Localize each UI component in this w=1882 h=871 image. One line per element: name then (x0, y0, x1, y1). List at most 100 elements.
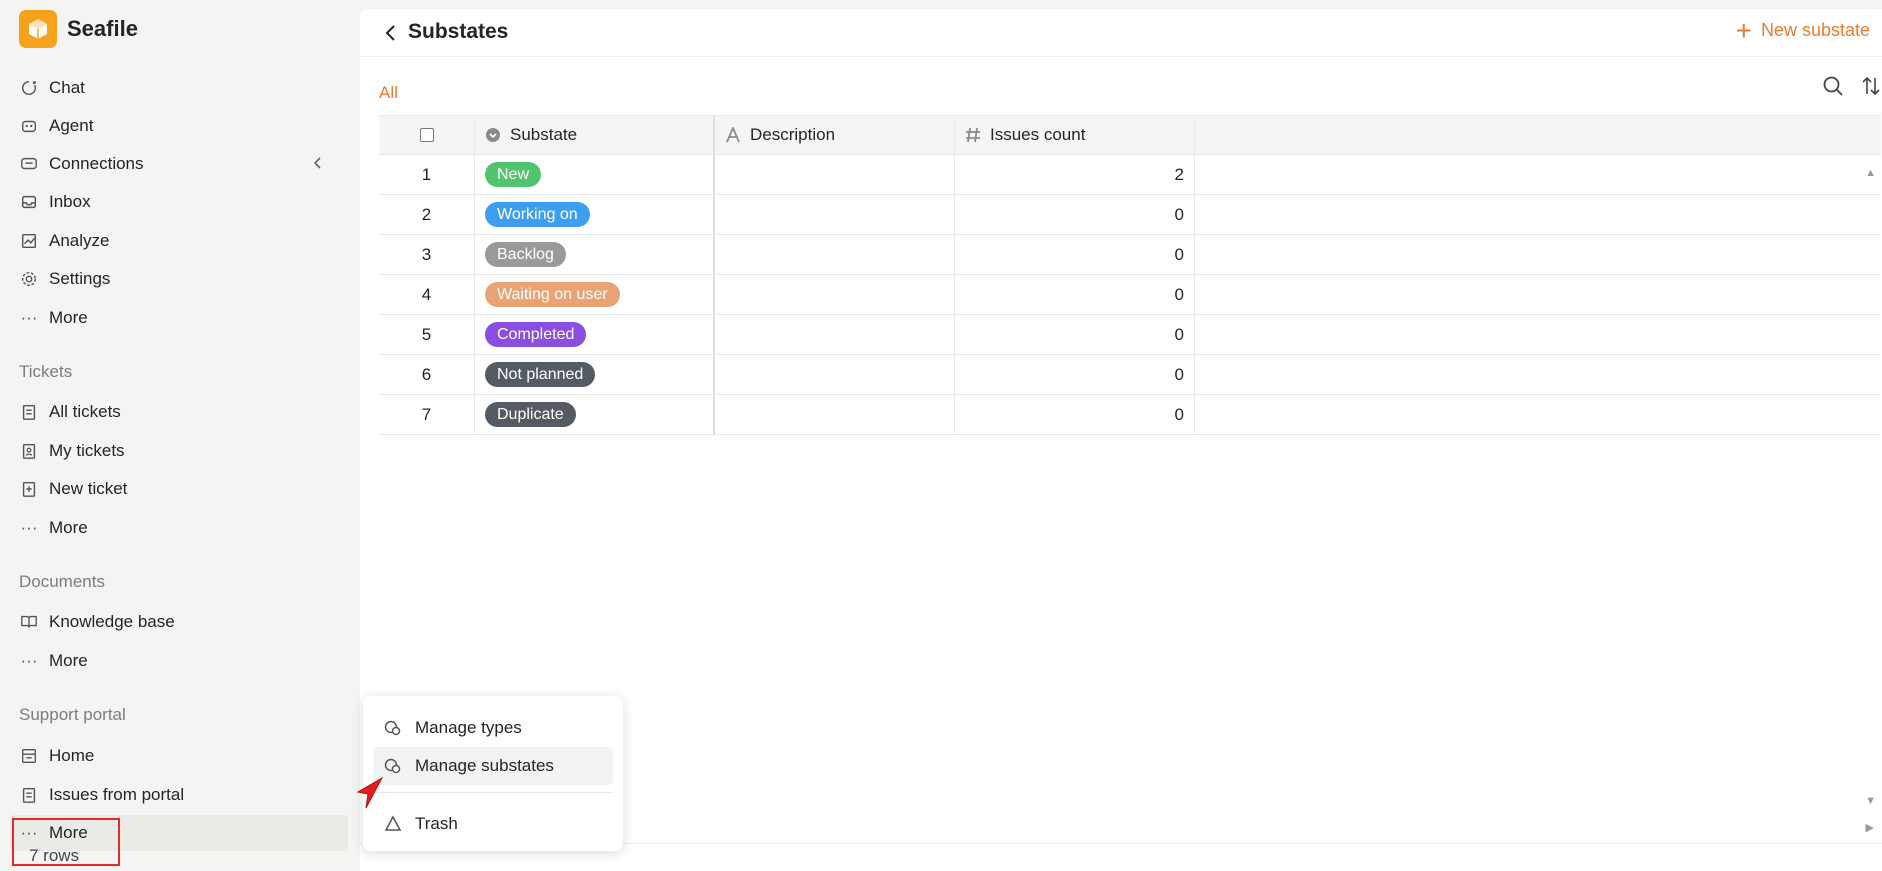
description-cell[interactable] (715, 275, 955, 314)
more-popup-menu: Manage types Manage substates Trash (363, 696, 623, 851)
sidebar-item-connections[interactable]: Connections (10, 146, 348, 182)
sidebar-item-portal-home[interactable]: Home (10, 738, 348, 774)
description-cell[interactable] (715, 395, 955, 434)
issues-count-cell[interactable]: 0 (955, 395, 1195, 434)
sidebar-item-chat[interactable]: Chat (10, 70, 348, 106)
description-cell[interactable] (715, 155, 955, 194)
toolbar (1822, 75, 1882, 97)
trash-icon (384, 815, 402, 833)
sidebar-item-all-tickets[interactable]: All tickets (10, 394, 348, 430)
sidebar-item-label: Analyze (49, 231, 110, 250)
book-icon (19, 612, 39, 632)
row-number: 5 (379, 315, 475, 354)
number-column-icon (965, 127, 981, 143)
sidebar-item-label: Inbox (49, 192, 91, 211)
sort-icon[interactable] (1860, 75, 1882, 97)
issues-count-cell[interactable]: 0 (955, 235, 1195, 274)
sidebar-item-my-tickets[interactable]: My tickets (10, 433, 348, 469)
sidebar-item-knowledge-base[interactable]: Knowledge base (10, 604, 348, 640)
sidebar-item-label: More (49, 651, 88, 670)
chevron-left-icon[interactable] (310, 155, 326, 176)
robot-icon (19, 116, 39, 136)
chat-icon (19, 78, 39, 98)
connections-icon (19, 154, 39, 174)
substate-cell[interactable]: Not planned (475, 355, 715, 394)
brand[interactable]: Seafile (19, 10, 138, 48)
table-row[interactable]: 7 Duplicate 0 (379, 395, 1881, 435)
substate-pill: Completed (485, 322, 587, 347)
new-ticket-icon (19, 479, 39, 499)
sidebar-item-new-ticket[interactable]: New ticket (10, 471, 348, 507)
sidebar-item-tickets-more[interactable]: ··· More (10, 510, 348, 546)
section-title-tickets: Tickets (19, 362, 73, 381)
menu-item-manage-substates[interactable]: Manage substates (373, 747, 613, 785)
substate-cell[interactable]: Working on (475, 195, 715, 234)
single-select-icon (485, 127, 501, 143)
table-row[interactable]: 5 Completed 0 (379, 315, 1881, 355)
tab-all[interactable]: All (379, 71, 398, 117)
row-number: 6 (379, 355, 475, 394)
sidebar-item-label: All tickets (49, 402, 121, 421)
substate-pill: New (485, 162, 542, 187)
page-header: Substates + New substate (360, 9, 1882, 57)
table-row[interactable]: 4 Waiting on user 0 (379, 275, 1881, 315)
issues-count-cell[interactable]: 0 (955, 355, 1195, 394)
substates-table: Substate Description Issues count 1 New … (379, 115, 1881, 435)
inbox-icon (19, 192, 39, 212)
description-cell[interactable] (715, 355, 955, 394)
menu-item-trash[interactable]: Trash (373, 805, 613, 843)
manage-icon (384, 719, 402, 737)
issues-count-cell[interactable]: 2 (955, 155, 1195, 194)
substate-pill: Working on (485, 202, 590, 227)
column-header-issues-count[interactable]: Issues count (955, 116, 1195, 154)
scroll-right-icon[interactable]: ▶ (1866, 821, 1874, 834)
sidebar-item-more[interactable]: ··· More (10, 300, 348, 336)
row-count: 7 rows (29, 846, 80, 865)
sidebar-item-analyze[interactable]: Analyze (10, 223, 348, 259)
column-header-substate[interactable]: Substate (475, 116, 715, 154)
substate-cell[interactable]: Completed (475, 315, 715, 354)
row-number: 3 (379, 235, 475, 274)
substate-cell[interactable]: Duplicate (475, 395, 715, 434)
back-arrow-icon[interactable] (382, 23, 400, 43)
substate-cell[interactable]: Waiting on user (475, 275, 715, 314)
issues-count-cell[interactable]: 0 (955, 275, 1195, 314)
scroll-up-icon[interactable]: ▲ (1865, 167, 1876, 179)
sidebar-item-label: Connections (49, 154, 144, 173)
description-cell[interactable] (715, 315, 955, 354)
scroll-down-icon[interactable]: ▼ (1865, 795, 1876, 807)
new-substate-button[interactable]: + New substate (1736, 16, 1870, 44)
table-row[interactable]: 3 Backlog 0 (379, 235, 1881, 275)
sidebar-item-inbox[interactable]: Inbox (10, 184, 348, 220)
sidebar-item-documents-more[interactable]: ··· More (10, 643, 348, 679)
table-row[interactable]: 2 Working on 0 (379, 195, 1881, 235)
description-cell[interactable] (715, 235, 955, 274)
select-all-checkbox[interactable] (419, 128, 434, 142)
issues-count-cell[interactable]: 0 (955, 315, 1195, 354)
issues-count-cell[interactable]: 0 (955, 195, 1195, 234)
substate-cell[interactable]: Backlog (475, 235, 715, 274)
app-name: Seafile (67, 16, 138, 41)
my-tickets-icon (19, 441, 39, 461)
sidebar-item-label: New ticket (49, 479, 128, 498)
substate-pill: Waiting on user (485, 282, 620, 307)
table-row[interactable]: 6 Not planned 0 (379, 355, 1881, 395)
row-number: 1 (379, 155, 475, 194)
menu-item-label: Trash (415, 814, 458, 833)
row-number: 4 (379, 275, 475, 314)
sidebar-item-label: Agent (49, 116, 94, 135)
menu-item-manage-types[interactable]: Manage types (373, 709, 613, 747)
table-row[interactable]: 1 New 2 (379, 155, 1881, 195)
substate-cell[interactable]: New (475, 155, 715, 194)
menu-divider (373, 792, 613, 793)
column-header-description[interactable]: Description (715, 116, 955, 154)
more-icon: ··· (20, 518, 38, 537)
search-icon[interactable] (1822, 75, 1844, 97)
issues-icon (19, 785, 39, 805)
sidebar-item-settings[interactable]: Settings (10, 261, 348, 297)
manage-icon (384, 757, 402, 775)
sidebar-item-agent[interactable]: Agent (10, 108, 348, 144)
description-cell[interactable] (715, 195, 955, 234)
sidebar-item-issues-from-portal[interactable]: Issues from portal (10, 777, 348, 813)
text-column-icon (725, 127, 741, 143)
